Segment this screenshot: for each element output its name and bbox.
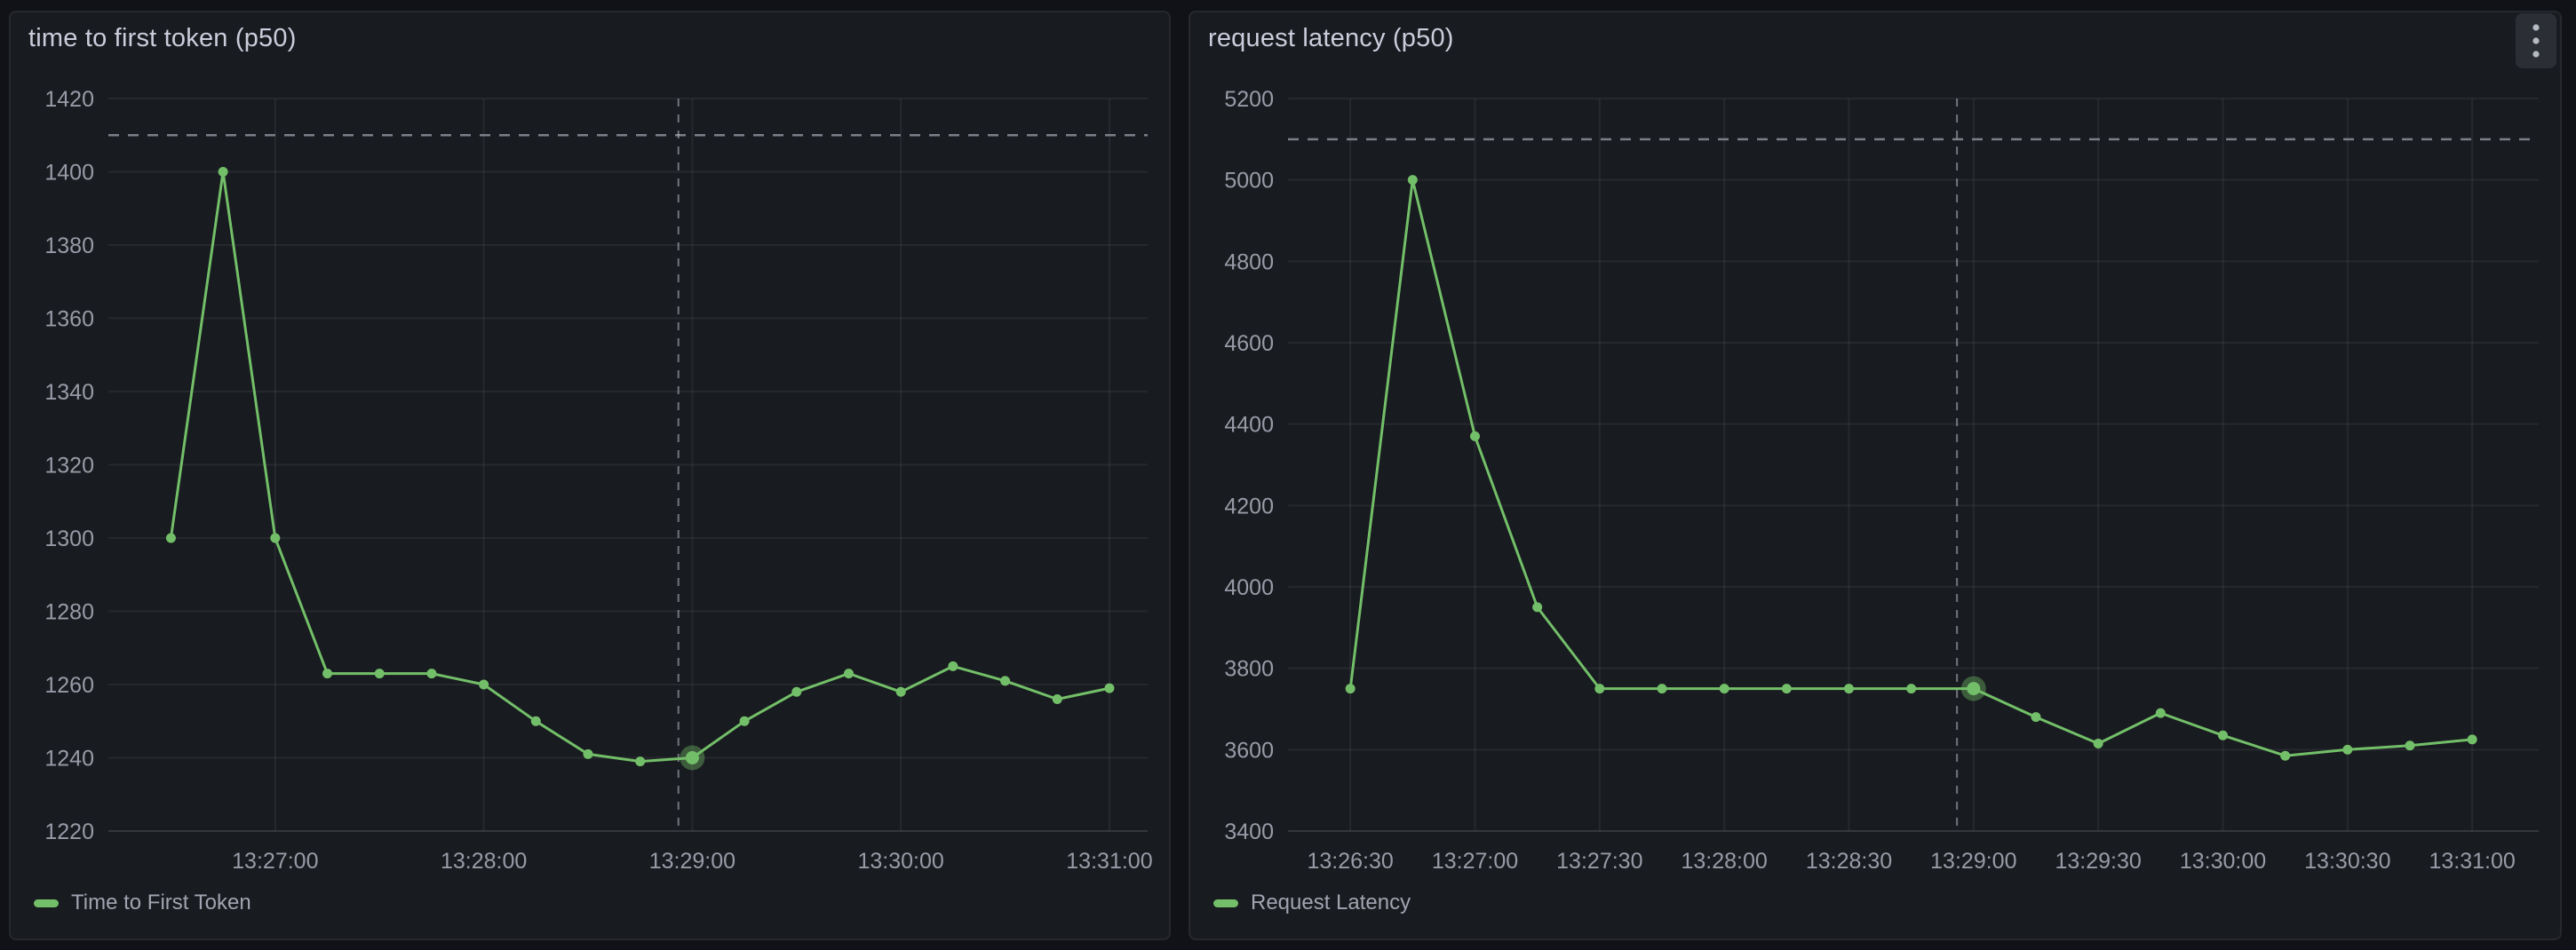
- y-tick-label: 1420: [44, 87, 94, 112]
- data-point: [584, 749, 593, 759]
- series-swatch-icon: [34, 899, 59, 907]
- x-tick-label: 13:31:00: [2429, 849, 2515, 874]
- y-tick-label: 1220: [44, 819, 94, 844]
- request-latency-line-chart[interactable]: 3400 3600 3800 4000 4200 4400 4600 4800 5000 5200…: [1190, 12, 2564, 942]
- series-swatch-icon: [1213, 899, 1238, 907]
- data-point: [2031, 712, 2040, 722]
- series-line: [1350, 180, 2472, 756]
- data-point: [1053, 694, 1062, 704]
- data-point: [1408, 175, 1418, 185]
- legend-item[interactable]: Request Latency: [1213, 892, 1411, 914]
- data-point: [896, 687, 906, 697]
- data-point: [1000, 676, 1010, 685]
- data-point: [2342, 745, 2352, 755]
- data-point: [2468, 734, 2477, 744]
- y-tick-label: 5200: [1224, 87, 1274, 112]
- kebab-menu-icon: [2530, 20, 2542, 61]
- data-point: [219, 167, 228, 177]
- panel-time-to-first-token: time to first token (p50) 1220 1240 1260 12…: [9, 11, 1171, 940]
- y-tick-label: 4600: [1224, 331, 1274, 356]
- ttft-line-chart[interactable]: 1220 1240 1260 1280 1300 1320 1340 1360 1380 1400…: [11, 12, 1173, 942]
- data-point: [1594, 684, 1604, 693]
- data-point: [1470, 431, 1480, 441]
- x-axis: 13:26:30 13:27:00 13:27:30 13:28:00 13:28:30…: [1308, 99, 2516, 874]
- x-tick-label: 13:27:00: [1432, 849, 1518, 874]
- data-point: [1782, 684, 1792, 693]
- data-point: [375, 669, 385, 678]
- x-tick-label: 13:28:30: [1806, 849, 1892, 874]
- y-tick-label: 4200: [1224, 494, 1274, 519]
- data-point: [270, 534, 280, 543]
- x-tick-label: 13:30:00: [2180, 849, 2266, 874]
- data-point: [791, 687, 801, 697]
- highlighted-data-point: [686, 751, 699, 764]
- data-point: [1532, 602, 1542, 612]
- data-point: [2094, 739, 2103, 748]
- x-tick-label: 13:27:30: [1556, 849, 1642, 874]
- y-tick-label: 4000: [1224, 575, 1274, 600]
- data-point: [426, 669, 436, 678]
- data-point: [479, 680, 489, 690]
- data-point: [1657, 684, 1666, 693]
- y-tick-label: 1380: [44, 234, 94, 258]
- y-tick-label: 4800: [1224, 249, 1274, 274]
- highlighted-data-point: [1967, 682, 1980, 695]
- data-point: [635, 756, 645, 766]
- y-tick-label: 4400: [1224, 413, 1274, 438]
- panel-menu-button[interactable]: [2516, 13, 2556, 68]
- y-tick-label: 1340: [44, 380, 94, 405]
- data-point: [740, 716, 750, 726]
- series-points[interactable]: [166, 167, 1115, 766]
- x-tick-label: 13:30:00: [858, 849, 944, 874]
- y-axis: 1220 1240 1260 1280 1300 1320 1340 1360 1380 1400…: [44, 87, 1148, 844]
- y-tick-label: 1400: [44, 161, 94, 186]
- x-tick-label: 13:26:30: [1308, 849, 1394, 874]
- x-tick-label: 13:27:00: [232, 849, 318, 874]
- data-point: [1104, 684, 1114, 693]
- data-point: [1906, 684, 1916, 693]
- data-point: [166, 534, 176, 543]
- series-points[interactable]: [1346, 175, 2477, 761]
- data-point: [2405, 740, 2414, 750]
- y-tick-label: 1260: [44, 673, 94, 698]
- series-line: [171, 172, 1109, 762]
- data-point: [2156, 709, 2166, 718]
- data-point: [1720, 684, 1729, 693]
- y-tick-label: 5000: [1224, 169, 1274, 194]
- data-point: [531, 716, 541, 726]
- legend-label[interactable]: Time to First Token: [71, 892, 251, 914]
- dashboard-canvas: time to first token (p50) 12201240126012…: [0, 0, 2576, 950]
- data-point: [948, 661, 958, 671]
- panel-title[interactable]: time to first token (p50): [28, 23, 297, 54]
- x-tick-label: 13:29:00: [1930, 849, 2016, 874]
- data-point: [1844, 684, 1854, 693]
- x-tick-label: 13:29:00: [649, 849, 735, 874]
- x-tick-label: 13:30:30: [2304, 849, 2390, 874]
- y-tick-label: 1280: [44, 600, 94, 625]
- x-tick-label: 13:28:00: [1681, 849, 1767, 874]
- y-tick-label: 1240: [44, 747, 94, 772]
- y-tick-label: 1300: [44, 526, 94, 551]
- data-point: [322, 669, 332, 678]
- legend-item[interactable]: Time to First Token: [34, 892, 251, 914]
- panel-title[interactable]: request latency (p50): [1208, 23, 1454, 54]
- y-tick-label: 3800: [1224, 657, 1274, 682]
- data-point: [2280, 751, 2290, 761]
- x-tick-label: 13:29:30: [2055, 849, 2141, 874]
- y-axis: 3400 3600 3800 4000 4200 4400 4600 4800 5000 5200: [1224, 87, 2539, 844]
- y-tick-label: 3600: [1224, 738, 1274, 763]
- y-tick-label: 3400: [1224, 819, 1274, 844]
- data-point: [1346, 684, 1356, 693]
- y-tick-label: 1360: [44, 307, 94, 332]
- data-point: [2218, 731, 2228, 740]
- data-point: [844, 669, 854, 678]
- x-tick-label: 13:31:00: [1066, 849, 1152, 874]
- panel-request-latency: request latency (p50) 3400 3600 3800 4000 42…: [1189, 11, 2562, 940]
- x-tick-label: 13:28:00: [441, 849, 527, 874]
- y-tick-label: 1320: [44, 454, 94, 479]
- legend-label[interactable]: Request Latency: [1251, 892, 1411, 914]
